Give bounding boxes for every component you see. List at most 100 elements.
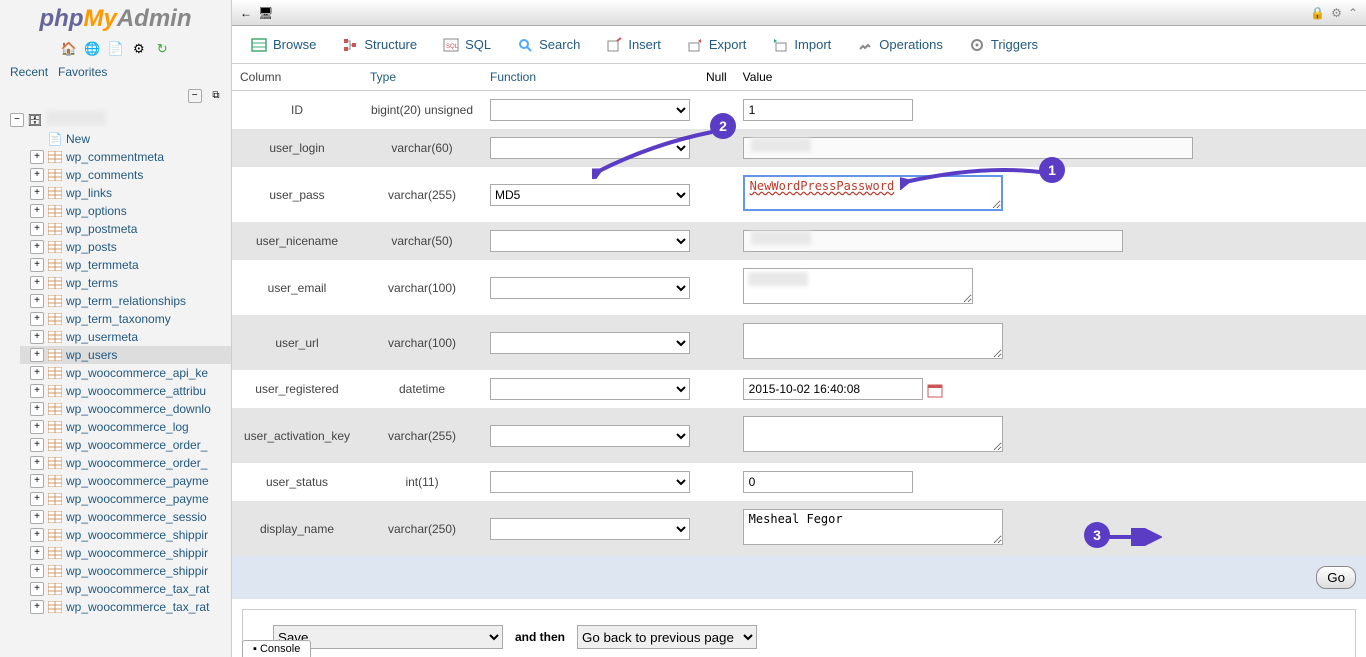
tree-table-node[interactable]: +wp_woocommerce_payme: [20, 472, 231, 490]
value-input[interactable]: [743, 99, 913, 121]
tree-table-node[interactable]: +wp_usermeta: [20, 328, 231, 346]
tree-table-node[interactable]: +wp_woocommerce_attribu: [20, 382, 231, 400]
collapse-icon[interactable]: −: [10, 113, 24, 127]
function-select[interactable]: MD5: [490, 184, 690, 206]
expand-icon[interactable]: +: [30, 204, 44, 218]
lock-icon[interactable]: 🔒: [1310, 6, 1325, 20]
expand-icon[interactable]: +: [30, 366, 44, 380]
expand-icon[interactable]: +: [30, 402, 44, 416]
tree-table-node[interactable]: +wp_woocommerce_payme: [20, 490, 231, 508]
expand-icon[interactable]: +: [30, 222, 44, 236]
tree-table-node[interactable]: +wp_users: [20, 346, 231, 364]
function-select[interactable]: [490, 471, 690, 493]
tree-table-node[interactable]: +wp_woocommerce_order_: [20, 436, 231, 454]
collapse-topbar-icon[interactable]: ⌃: [1348, 6, 1358, 20]
recent-link[interactable]: Recent: [10, 65, 48, 79]
tree-table-node[interactable]: +wp_postmeta: [20, 220, 231, 238]
expand-icon[interactable]: +: [30, 492, 44, 506]
logo[interactable]: phpMyAdmin: [0, 0, 231, 38]
tree-table-node[interactable]: +wp_commentmeta: [20, 148, 231, 166]
header-type[interactable]: Type: [370, 70, 396, 84]
function-select[interactable]: [490, 277, 690, 299]
tree-table-node[interactable]: +wp_woocommerce_shippir: [20, 526, 231, 544]
docs-icon[interactable]: 📄: [108, 41, 124, 57]
server-icon[interactable]: 🖥: [258, 6, 273, 20]
tab-import[interactable]: Import: [759, 26, 844, 63]
expand-icon[interactable]: +: [30, 510, 44, 524]
favorites-link[interactable]: Favorites: [58, 65, 107, 79]
function-select[interactable]: [490, 425, 690, 447]
tree-table-node[interactable]: +wp_woocommerce_log: [20, 418, 231, 436]
collapse-all-icon[interactable]: −: [188, 89, 202, 103]
home-icon[interactable]: 🏠: [61, 41, 77, 57]
tree-table-node[interactable]: +wp_posts: [20, 238, 231, 256]
tab-export[interactable]: Export: [674, 26, 760, 63]
expand-icon[interactable]: +: [30, 276, 44, 290]
expand-icon[interactable]: +: [30, 348, 44, 362]
nav-toggle-icon[interactable]: ←: [240, 6, 252, 20]
tab-operations[interactable]: Operations: [844, 26, 956, 63]
expand-icon[interactable]: +: [30, 240, 44, 254]
value-input[interactable]: [743, 323, 1003, 359]
tree-table-node[interactable]: +wp_term_relationships: [20, 292, 231, 310]
expand-icon[interactable]: +: [30, 582, 44, 596]
unlink-icon[interactable]: ⧉: [209, 90, 223, 104]
expand-icon[interactable]: +: [30, 564, 44, 578]
tree-table-node[interactable]: +wp_woocommerce_tax_rat: [20, 580, 231, 598]
tab-insert[interactable]: Insert: [593, 26, 674, 63]
go-button[interactable]: Go: [1316, 566, 1356, 589]
expand-icon[interactable]: +: [30, 186, 44, 200]
tree-table-node[interactable]: +wp_woocommerce_downlo: [20, 400, 231, 418]
expand-icon[interactable]: +: [30, 168, 44, 182]
tab-triggers[interactable]: Triggers: [956, 26, 1051, 63]
function-select[interactable]: [490, 230, 690, 252]
expand-icon[interactable]: +: [30, 546, 44, 560]
header-function[interactable]: Function: [490, 70, 536, 84]
expand-icon[interactable]: +: [30, 384, 44, 398]
tree-table-node[interactable]: +wp_woocommerce_shippir: [20, 544, 231, 562]
page-settings-icon[interactable]: ⚙: [1331, 6, 1342, 20]
expand-icon[interactable]: +: [30, 294, 44, 308]
tree-table-node[interactable]: +wp_woocommerce_shippir: [20, 562, 231, 580]
tree-table-node[interactable]: +wp_termmeta: [20, 256, 231, 274]
logout-icon[interactable]: 🌐: [84, 41, 100, 57]
expand-icon[interactable]: +: [30, 330, 44, 344]
function-select[interactable]: [490, 378, 690, 400]
expand-icon[interactable]: +: [30, 600, 44, 614]
calendar-icon[interactable]: [927, 382, 943, 398]
tree-db-node[interactable]: − 🗄: [0, 109, 231, 130]
reload-icon[interactable]: ↻: [154, 41, 170, 57]
tree-table-node[interactable]: +wp_links: [20, 184, 231, 202]
tree-new-node[interactable]: 📄 New: [20, 130, 231, 148]
expand-icon[interactable]: +: [30, 258, 44, 272]
value-input[interactable]: [743, 378, 923, 400]
tree-table-node[interactable]: +wp_term_taxonomy: [20, 310, 231, 328]
tree-table-node[interactable]: +wp_comments: [20, 166, 231, 184]
tab-structure[interactable]: Structure: [329, 26, 430, 63]
expand-icon[interactable]: +: [30, 420, 44, 434]
tree-table-node[interactable]: +wp_woocommerce_api_ke: [20, 364, 231, 382]
after-action-select[interactable]: Go back to previous page: [577, 625, 757, 649]
expand-icon[interactable]: +: [30, 312, 44, 326]
expand-icon[interactable]: +: [30, 456, 44, 470]
tree-table-node[interactable]: +wp_woocommerce_sessio: [20, 508, 231, 526]
tab-sql[interactable]: SQLSQL: [430, 26, 504, 63]
value-input[interactable]: [743, 509, 1003, 545]
tree-table-node[interactable]: +wp_woocommerce_tax_rat: [20, 598, 231, 616]
expand-icon[interactable]: +: [30, 528, 44, 542]
tree-table-node[interactable]: +wp_terms: [20, 274, 231, 292]
tab-search[interactable]: Search: [504, 26, 593, 63]
tab-browse[interactable]: Browse: [238, 26, 329, 63]
tree-table-node[interactable]: +wp_woocommerce_order_: [20, 454, 231, 472]
expand-icon[interactable]: +: [30, 150, 44, 164]
function-select[interactable]: [490, 518, 690, 540]
value-input[interactable]: [743, 416, 1003, 452]
settings-icon[interactable]: ⚙: [131, 41, 147, 57]
expand-icon[interactable]: +: [30, 438, 44, 452]
expand-icon[interactable]: +: [30, 474, 44, 488]
function-select[interactable]: [490, 99, 690, 121]
value-input[interactable]: [743, 471, 913, 493]
tree-table-node[interactable]: +wp_options: [20, 202, 231, 220]
console-toggle[interactable]: ▪ Console: [242, 640, 311, 657]
function-select[interactable]: [490, 332, 690, 354]
